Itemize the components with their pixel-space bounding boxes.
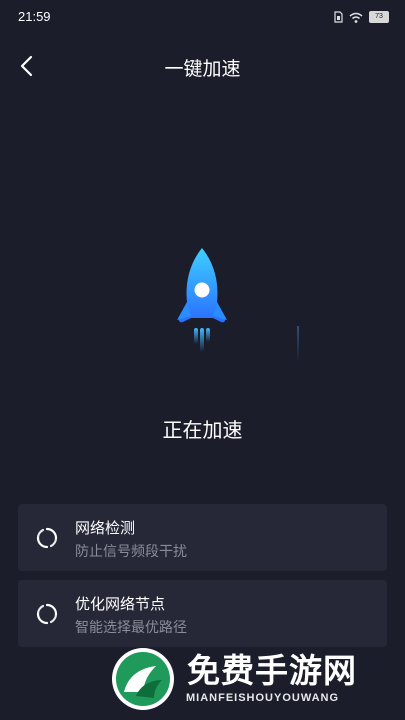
loading-spinner-icon [36, 527, 58, 549]
wifi-icon [349, 8, 363, 27]
task-card-network-check: 网络检测 防止信号频段干扰 [18, 504, 387, 571]
watermark-subtitle: MIANFEISHOUYOUWANG [186, 692, 340, 704]
speed-line [297, 326, 299, 362]
watermark-logo-icon [112, 648, 174, 710]
accelerating-status: 正在加速 [162, 418, 243, 442]
sim-icon [334, 8, 343, 27]
battery-icon: 73 [369, 11, 389, 23]
rocket-icon [165, 240, 240, 360]
loading-spinner-icon [36, 603, 58, 625]
watermark: 免费手游网 MIANFEISHOUYOUWANG [0, 640, 405, 720]
page-title: 一键加速 [164, 58, 241, 80]
task-subtitle: 智能选择最优路径 [75, 620, 187, 636]
task-card-optimize-node: 优化网络节点 智能选择最优路径 [18, 580, 387, 647]
nav-bar: 一键加速 [0, 44, 405, 88]
watermark-name: 免费手游网 [187, 651, 357, 690]
status-time: 21:59 [18, 9, 51, 24]
status-icons: 73 [334, 10, 389, 24]
task-title: 优化网络节点 [75, 595, 166, 613]
task-title: 网络检测 [75, 519, 136, 537]
status-bar: 21:59 73 [0, 0, 405, 34]
task-subtitle: 防止信号频段干扰 [75, 544, 187, 560]
